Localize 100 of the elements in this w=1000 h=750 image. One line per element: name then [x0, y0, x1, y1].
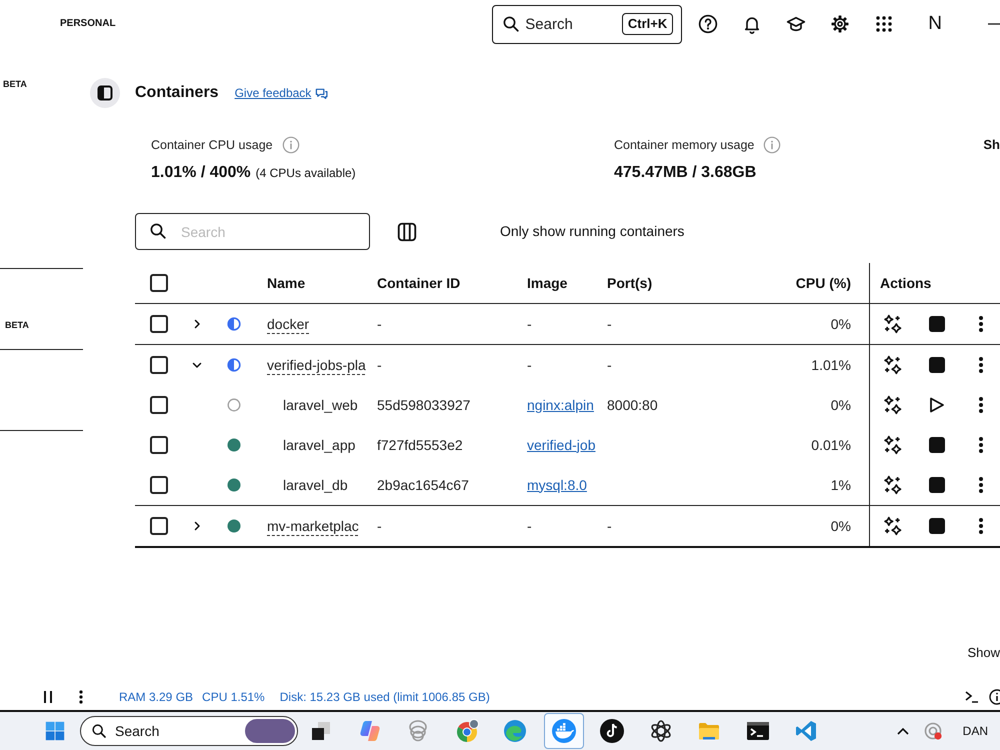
graduation-cap-icon[interactable] [786, 14, 806, 34]
row-checkbox[interactable] [150, 356, 168, 374]
project-name: docker [267, 316, 310, 332]
container-id: 55d598033927 [377, 396, 470, 414]
stop-icon[interactable] [929, 316, 945, 332]
column-header[interactable]: Port(s) [607, 274, 652, 292]
feedback-link[interactable]: Give feedback [234, 86, 312, 100]
pause-icon[interactable] [44, 690, 52, 702]
search-button[interactable]: Search Ctrl+K [492, 4, 682, 44]
container-id: f727fd5553e2 [377, 436, 463, 454]
stat-value: 475.47MB / 3.68GB [614, 163, 756, 183]
apps-grid-icon[interactable] [875, 15, 894, 33]
image-link[interactable]: nginx:alpin [527, 396, 594, 414]
minimize-icon[interactable] [988, 23, 1000, 25]
workspace-label: PERSONAL [60, 18, 116, 30]
port-mapping: - [607, 356, 612, 374]
container-id: - [377, 356, 382, 374]
image-name: - [527, 356, 532, 374]
stop-icon[interactable] [929, 357, 945, 373]
cpu-usage: 0.01% [811, 436, 851, 454]
half-filled-circle-icon [227, 358, 241, 372]
container-name: laravel_web [283, 396, 358, 414]
column-header[interactable]: Name [267, 274, 306, 292]
ram-usage: RAM 3.29 GB [119, 690, 194, 704]
sparkle-icon[interactable] [883, 395, 903, 415]
settings-icon[interactable] [830, 14, 850, 34]
more-options-icon[interactable] [978, 315, 984, 333]
more-options-icon[interactable] [978, 436, 984, 454]
column-header[interactable]: Container ID [377, 274, 460, 292]
column-header[interactable]: Image [527, 274, 568, 292]
more-options-icon[interactable] [978, 356, 984, 374]
header-button[interactable]: Sh [983, 137, 1000, 153]
help-icon[interactable] [698, 14, 718, 34]
row-checkbox[interactable] [150, 476, 168, 494]
search-icon [149, 222, 167, 240]
filled-circle-icon [227, 438, 241, 452]
more-options-icon[interactable] [79, 690, 83, 704]
taskbar-search-button[interactable]: Search [80, 716, 298, 746]
container-name: laravel_db [283, 476, 348, 494]
wave-circle-icon [503, 719, 527, 743]
disk-usage: Disk: 15.23 GB used (limit 1006.85 GB) [280, 690, 490, 704]
container-id: 2b9ac1654c67 [377, 476, 469, 494]
half-filled-circle-icon [227, 317, 241, 331]
image-link[interactable]: verified-job [527, 436, 596, 454]
music-note-icon [600, 719, 624, 743]
more-options-icon[interactable] [978, 396, 984, 414]
stat-label: Container memory usage [614, 138, 754, 152]
cpu-usage: 1.01% [811, 356, 851, 374]
filled-circle-icon [227, 478, 241, 492]
sparkle-icon[interactable] [883, 355, 903, 375]
cpu-usage: 0% [830, 316, 851, 332]
image-link[interactable]: mysql:8.0 [527, 476, 587, 494]
cpu-usage: 0% [830, 396, 851, 414]
avatar-initial[interactable]: N [928, 12, 942, 36]
photo-placeholder [245, 719, 295, 743]
chevron-up-icon[interactable] [896, 727, 909, 735]
sparkle-icon[interactable] [883, 314, 903, 334]
stat-note: (4 CPUs available) [256, 166, 356, 180]
panel-icon[interactable] [90, 78, 120, 108]
row-checkbox[interactable] [150, 396, 168, 414]
filter-label: Only show running containers [500, 223, 684, 240]
container-id: - [377, 316, 382, 332]
sparkle-icon[interactable] [883, 475, 903, 495]
search-icon [91, 723, 107, 739]
cpu-usage: 0% [830, 518, 851, 534]
info-icon[interactable] [988, 688, 1000, 704]
project-name: verified-jobs-pla [267, 356, 366, 374]
row-checkbox[interactable] [150, 517, 168, 535]
ring-badge-icon[interactable] [924, 722, 942, 740]
column-header: Actions [880, 274, 932, 292]
search-field[interactable]: Search [135, 213, 370, 250]
stop-icon[interactable] [929, 477, 945, 493]
four-squares-icon[interactable] [45, 721, 65, 741]
cpu-usage: 1% [830, 476, 851, 494]
feature-label: BETA [5, 319, 29, 331]
search-icon [502, 15, 520, 33]
language-indicator[interactable]: DAN [962, 724, 988, 738]
sparkle-icon[interactable] [883, 516, 903, 536]
columns-icon[interactable] [396, 220, 418, 242]
port-mapping: - [607, 518, 612, 534]
stop-icon[interactable] [929, 518, 945, 534]
row-checkbox[interactable] [150, 315, 168, 333]
color-wheel-icon [454, 719, 478, 743]
more-options-icon[interactable] [978, 476, 984, 494]
column-header[interactable]: CPU (%) [796, 274, 851, 292]
chat-bubbles-icon[interactable] [315, 86, 328, 100]
play-icon[interactable] [929, 397, 945, 413]
stop-icon[interactable] [929, 437, 945, 453]
port-mapping: - [607, 316, 612, 332]
slanted-shapes-icon [358, 719, 382, 743]
sparkle-icon[interactable] [883, 435, 903, 455]
ribbon-icon [794, 719, 818, 743]
row-checkbox[interactable] [150, 436, 168, 454]
container-id: - [377, 518, 382, 534]
select-all-checkbox[interactable] [150, 274, 168, 292]
terminal-icon[interactable] [965, 690, 979, 702]
project-name: mv-marketplac [267, 518, 359, 534]
rings-icon [406, 719, 430, 743]
stat-value: 1.01% / 400% [151, 163, 251, 183]
more-options-icon[interactable] [978, 517, 984, 535]
